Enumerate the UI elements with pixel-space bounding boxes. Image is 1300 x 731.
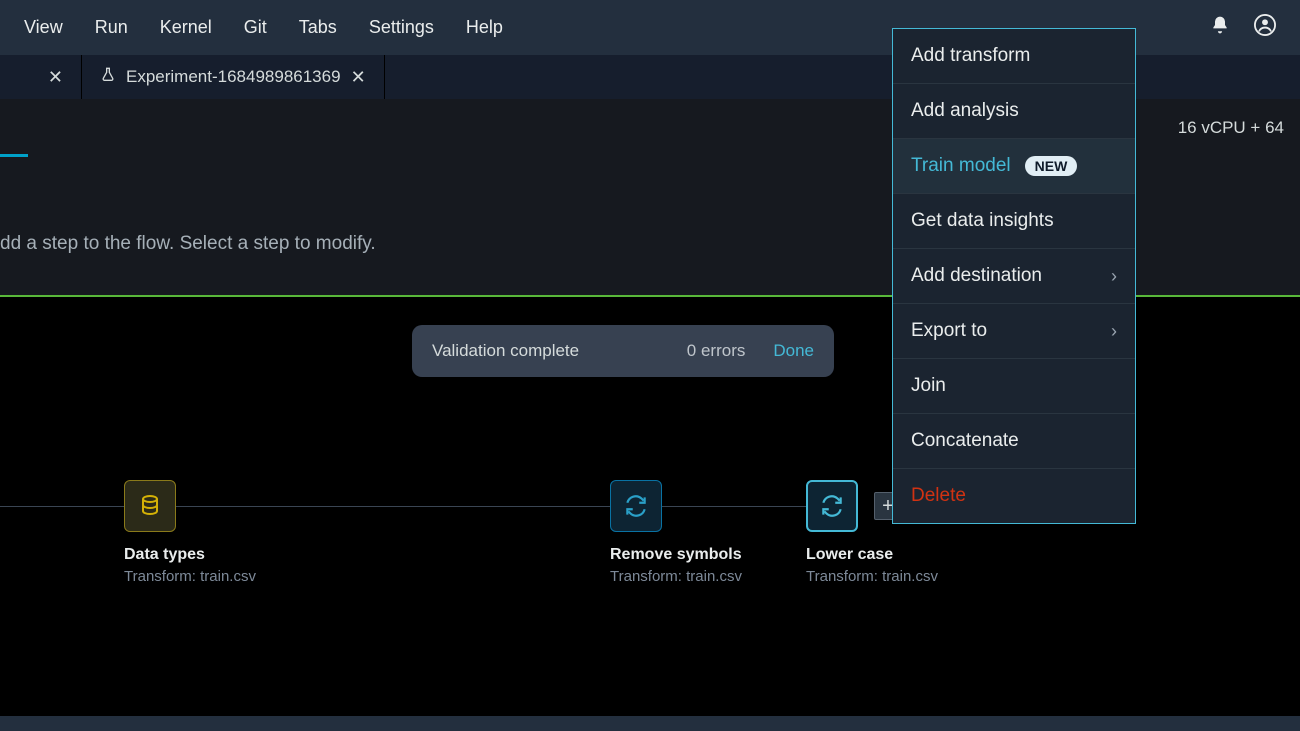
menu-item-label: Join: [911, 375, 946, 397]
menu-kernel[interactable]: Kernel: [144, 11, 228, 44]
menu-item-label: Get data insights: [911, 210, 1054, 232]
menu-item-label: Add analysis: [911, 100, 1019, 122]
flow-node-data-types[interactable]: Data types Transform: train.csv: [124, 480, 256, 585]
bell-icon[interactable]: [1210, 15, 1230, 41]
menu-item-label: Concatenate: [911, 430, 1019, 452]
instance-label[interactable]: 16 vCPU + 64: [1178, 118, 1284, 138]
menu-concatenate[interactable]: Concatenate: [893, 414, 1135, 469]
database-icon: [124, 480, 176, 532]
menu-tabs[interactable]: Tabs: [283, 11, 353, 44]
menu-get-data-insights[interactable]: Get data insights: [893, 194, 1135, 249]
menu-item-label: Export to: [911, 320, 987, 342]
menu-item-label: Train model: [911, 155, 1011, 177]
menu-item-label: Add destination: [911, 265, 1042, 287]
node-title: Remove symbols: [610, 546, 742, 564]
menu-run[interactable]: Run: [79, 11, 144, 44]
validation-banner: Validation complete 0 errors Done: [412, 325, 834, 377]
user-icon[interactable]: [1254, 14, 1276, 42]
chevron-right-icon: ›: [1111, 321, 1117, 342]
node-subtitle: Transform: train.csv: [124, 568, 256, 585]
close-icon[interactable]: ✕: [351, 67, 366, 88]
new-badge: NEW: [1025, 156, 1078, 176]
instruction-text: dd a step to the flow. Select a step to …: [0, 233, 376, 255]
menu-delete[interactable]: Delete: [893, 469, 1135, 523]
menu-help[interactable]: Help: [450, 11, 519, 44]
menu-join[interactable]: Join: [893, 359, 1135, 414]
menu-add-transform[interactable]: Add transform: [893, 29, 1135, 84]
cycle-icon: [610, 480, 662, 532]
flow-node-remove-symbols[interactable]: Remove symbols Transform: train.csv: [610, 480, 742, 585]
node-title: Data types: [124, 546, 256, 564]
node-subtitle: Transform: train.csv: [610, 568, 742, 585]
tab-label: Experiment-1684989861369: [126, 67, 341, 87]
cycle-icon: [806, 480, 858, 532]
flask-icon: [100, 67, 116, 88]
menu-settings[interactable]: Settings: [353, 11, 450, 44]
tab-untitled[interactable]: ✕: [0, 55, 82, 99]
menu-item-label: Delete: [911, 485, 966, 507]
flow-connector: [0, 506, 124, 507]
validation-done[interactable]: Done: [773, 341, 814, 361]
validation-status: Validation complete: [432, 341, 579, 361]
menu-git[interactable]: Git: [228, 11, 283, 44]
context-menu: Add transform Add analysis Train model N…: [892, 28, 1136, 524]
tab-experiment[interactable]: Experiment-1684989861369 ✕: [82, 55, 385, 99]
close-icon[interactable]: ✕: [48, 67, 63, 88]
status-bar: [0, 716, 1300, 731]
menu-item-label: Add transform: [911, 45, 1030, 67]
menu-add-destination[interactable]: Add destination ›: [893, 249, 1135, 304]
node-title: Lower case: [806, 546, 938, 564]
menu-train-model[interactable]: Train model NEW: [893, 139, 1135, 194]
node-subtitle: Transform: train.csv: [806, 568, 938, 585]
menu-export-to[interactable]: Export to ›: [893, 304, 1135, 359]
menu-view[interactable]: View: [8, 11, 79, 44]
validation-errors: 0 errors: [687, 341, 746, 361]
menu-add-analysis[interactable]: Add analysis: [893, 84, 1135, 139]
chevron-right-icon: ›: [1111, 266, 1117, 287]
